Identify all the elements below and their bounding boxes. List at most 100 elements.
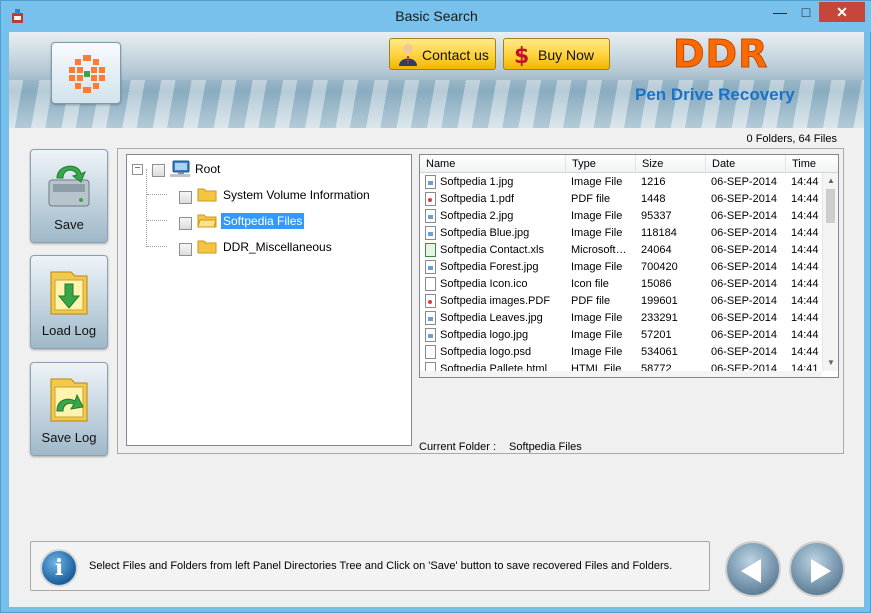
- column-header-time[interactable]: Time: [786, 155, 838, 173]
- app-window: Basic Search — □ ✕ Contact us $ Buy Now …: [0, 0, 871, 613]
- file-list[interactable]: Name Type Size Date Time Softpedia 1.jpg…: [419, 154, 839, 378]
- column-header-date[interactable]: Date: [706, 155, 786, 173]
- folder-icon: [197, 240, 217, 254]
- brand-name: DDR: [672, 32, 769, 77]
- file-date-cell: 06-SEP-2014: [711, 295, 778, 307]
- folder-checkbox[interactable]: [179, 191, 192, 204]
- file-date-cell: 06-SEP-2014: [711, 261, 778, 273]
- folder-checkbox[interactable]: [179, 243, 192, 256]
- person-icon: [399, 44, 417, 66]
- root-checkbox[interactable]: [152, 164, 165, 177]
- file-name-cell: Softpedia Contact.xls: [440, 244, 544, 256]
- file-name-cell: Softpedia logo.jpg: [440, 329, 529, 341]
- file-name-cell: Softpedia logo.psd: [440, 346, 532, 358]
- pdf-file-icon: [425, 294, 436, 308]
- save-label: Save: [54, 217, 84, 232]
- file-time-cell: 14:44: [791, 193, 819, 205]
- file-type-cell: Image File: [571, 312, 623, 324]
- scroll-up-icon[interactable]: ▲: [823, 173, 838, 189]
- file-row[interactable]: Softpedia Leaves.jpg Image File 233291 06-S…: [420, 310, 822, 327]
- file-row[interactable]: Softpedia logo.jpg Image File 57201 06-SEP-…: [420, 327, 822, 344]
- file-size-cell: 700420: [641, 261, 678, 273]
- file-size-cell: 233291: [641, 312, 678, 324]
- logo-icon: [69, 55, 105, 93]
- next-button[interactable]: [789, 541, 845, 597]
- folder-open-icon: [197, 214, 217, 228]
- maximize-button[interactable]: □: [793, 2, 819, 22]
- file-time-cell: 14:44: [791, 210, 819, 222]
- vertical-scrollbar[interactable]: ▲ ▼: [822, 173, 838, 371]
- pdf-file-icon: [425, 192, 436, 206]
- tree-guide-line: [146, 169, 147, 247]
- file-time-cell: 14:44: [791, 278, 819, 290]
- file-list-header: Name Type Size Date Time: [420, 155, 838, 173]
- column-header-type[interactable]: Type: [566, 155, 636, 173]
- current-folder-value: Softpedia Files: [509, 441, 582, 453]
- file-date-cell: 06-SEP-2014: [711, 227, 778, 239]
- tree-node-root[interactable]: − Root: [127, 159, 407, 179]
- file-type-cell: Image File: [571, 261, 623, 273]
- file-icon: [425, 277, 436, 291]
- file-row[interactable]: Softpedia 1.jpg Image File 1216 06-SEP-2014…: [420, 174, 822, 191]
- file-row[interactable]: Softpedia 2.jpg Image File 95337 06-SEP-201…: [420, 208, 822, 225]
- folder-icon: [197, 188, 217, 202]
- file-row[interactable]: Softpedia Forest.jpg Image File 700420 06-S…: [420, 259, 822, 276]
- file-type-cell: Icon file: [571, 278, 609, 290]
- file-icon: [425, 345, 436, 359]
- close-button[interactable]: ✕: [819, 2, 865, 22]
- file-size-cell: 24064: [641, 244, 672, 256]
- svg-text:$: $: [514, 44, 529, 66]
- scroll-thumb[interactable]: [826, 189, 835, 223]
- tree-node-label: DDR_Miscellaneous: [223, 240, 332, 254]
- directory-tree[interactable]: − Root System Volume Information Softped…: [126, 154, 412, 446]
- file-row[interactable]: Softpedia Contact.xls Microsoft… 24064 06-S…: [420, 242, 822, 259]
- save-button[interactable]: Save: [30, 149, 108, 243]
- file-type-cell: Image File: [571, 329, 623, 341]
- file-type-cell: Image File: [571, 176, 623, 188]
- tree-node-softpedia-files[interactable]: Softpedia Files: [127, 211, 407, 231]
- file-date-cell: 06-SEP-2014: [711, 244, 778, 256]
- file-type-cell: PDF file: [571, 295, 611, 307]
- arrow-right-icon: [811, 559, 831, 583]
- column-header-size[interactable]: Size: [636, 155, 706, 173]
- title-bar[interactable]: Basic Search — □ ✕: [1, 1, 871, 32]
- file-date-cell: 06-SEP-2014: [711, 329, 778, 341]
- file-row[interactable]: Softpedia images.PDF PDF file 199601 06-SEP…: [420, 293, 822, 310]
- image-file-icon: [425, 260, 436, 274]
- file-name-cell: Softpedia 1.pdf: [440, 193, 515, 205]
- horizontal-scrollbar[interactable]: [420, 371, 822, 377]
- load-log-label: Load Log: [41, 323, 97, 338]
- file-name-cell: Softpedia Leaves.jpg: [440, 312, 543, 324]
- load-log-button[interactable]: Load Log: [30, 255, 108, 349]
- file-date-cell: 06-SEP-2014: [711, 312, 778, 324]
- save-log-icon: [50, 378, 88, 422]
- file-row[interactable]: Softpedia logo.psd Image File 534061 06-SEP…: [420, 344, 822, 361]
- column-header-name[interactable]: Name: [420, 155, 566, 173]
- scroll-down-icon[interactable]: ▼: [823, 355, 838, 371]
- product-name: Pen Drive Recovery: [635, 85, 795, 104]
- file-size-cell: 1448: [641, 193, 666, 205]
- contact-us-button[interactable]: Contact us: [389, 38, 496, 70]
- file-name-cell: Softpedia 1.jpg: [440, 176, 514, 188]
- file-size-cell: 15086: [641, 278, 672, 290]
- image-file-icon: [425, 311, 436, 325]
- buy-now-button[interactable]: $ Buy Now: [503, 38, 610, 70]
- save-log-button[interactable]: Save Log: [30, 362, 108, 456]
- tree-node-system-volume-information[interactable]: System Volume Information: [127, 185, 407, 205]
- buy-now-label: Buy Now: [538, 47, 595, 63]
- file-name-cell: Softpedia Forest.jpg: [440, 261, 539, 273]
- folder-checkbox[interactable]: [179, 217, 192, 230]
- file-size-cell: 199601: [641, 295, 678, 307]
- file-row[interactable]: Softpedia 1.pdf PDF file 1448 06-SEP-2014 14…: [420, 191, 822, 208]
- file-row[interactable]: Softpedia Blue.jpg Image File 118184 06-SEP…: [420, 225, 822, 242]
- spreadsheet-file-icon: [425, 243, 436, 257]
- contact-us-label: Contact us: [422, 47, 489, 63]
- minimize-button[interactable]: —: [767, 2, 793, 22]
- file-name-cell: Softpedia images.PDF: [440, 295, 551, 307]
- tree-node-ddr-miscellaneous[interactable]: DDR_Miscellaneous: [127, 237, 407, 257]
- main-panel: − Root System Volume Information Softped…: [117, 148, 844, 454]
- collapse-toggle[interactable]: −: [132, 164, 143, 175]
- file-row[interactable]: Softpedia Icon.ico Icon file 15086 06-SEP-2…: [420, 276, 822, 293]
- computer-icon: [170, 160, 190, 177]
- back-button[interactable]: [725, 541, 781, 597]
